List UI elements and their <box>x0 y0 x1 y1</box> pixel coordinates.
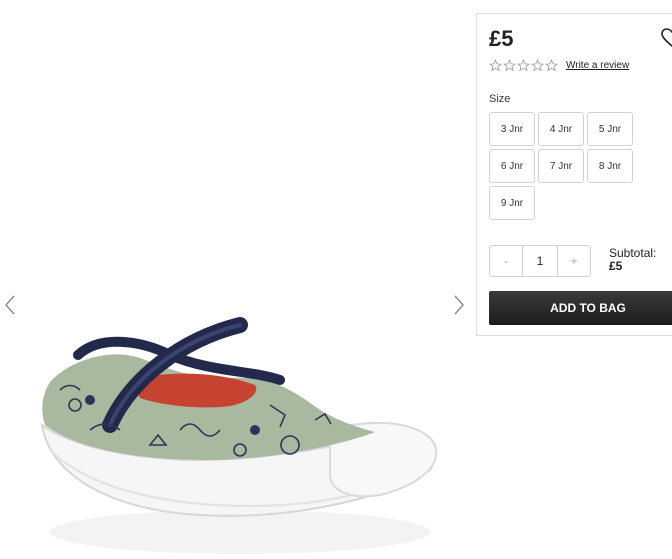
product-gallery <box>0 0 472 559</box>
star-outline-icon <box>517 59 530 72</box>
add-to-bag-button[interactable]: ADD TO BAG <box>489 291 672 325</box>
size-option[interactable]: 5 Jnr <box>587 112 633 146</box>
chevron-left-icon <box>5 295 15 315</box>
subtotal-value: £5 <box>609 259 623 273</box>
size-option[interactable]: 9 Jnr <box>489 186 535 220</box>
size-option[interactable]: 8 Jnr <box>587 149 633 183</box>
next-image-button[interactable] <box>452 293 466 317</box>
product-price: £5 <box>489 26 514 51</box>
prev-image-button[interactable] <box>3 293 17 317</box>
chevron-right-icon <box>454 295 464 315</box>
heart-outline-icon <box>661 28 672 48</box>
star-outline-icon <box>503 59 516 72</box>
size-label: Size <box>489 93 511 105</box>
star-outline-icon <box>545 59 558 72</box>
quantity-stepper: - 1 + <box>489 245 591 277</box>
wishlist-button[interactable] <box>661 28 672 48</box>
write-review-link[interactable]: Write a review <box>566 60 629 71</box>
size-option[interactable]: 4 Jnr <box>538 112 584 146</box>
quantity-decrease-button[interactable]: - <box>489 245 523 277</box>
size-option[interactable]: 7 Jnr <box>538 149 584 183</box>
product-purchase-panel: £5 Write a review Size 3 Jnr 4 Jnr 5 Jnr… <box>476 13 672 336</box>
size-option[interactable]: 6 Jnr <box>489 149 535 183</box>
star-outline-icon <box>489 59 502 72</box>
star-outline-icon <box>531 59 544 72</box>
quantity-increase-button[interactable]: + <box>557 245 591 277</box>
rating-stars: Write a review <box>489 59 629 72</box>
product-image <box>40 317 438 554</box>
size-option[interactable]: 3 Jnr <box>489 112 535 146</box>
size-selector: 3 Jnr 4 Jnr 5 Jnr 6 Jnr 7 Jnr 8 Jnr 9 Jn… <box>489 112 641 220</box>
quantity-input[interactable]: 1 <box>523 245 557 277</box>
subtotal: Subtotal: £5 <box>609 247 656 273</box>
